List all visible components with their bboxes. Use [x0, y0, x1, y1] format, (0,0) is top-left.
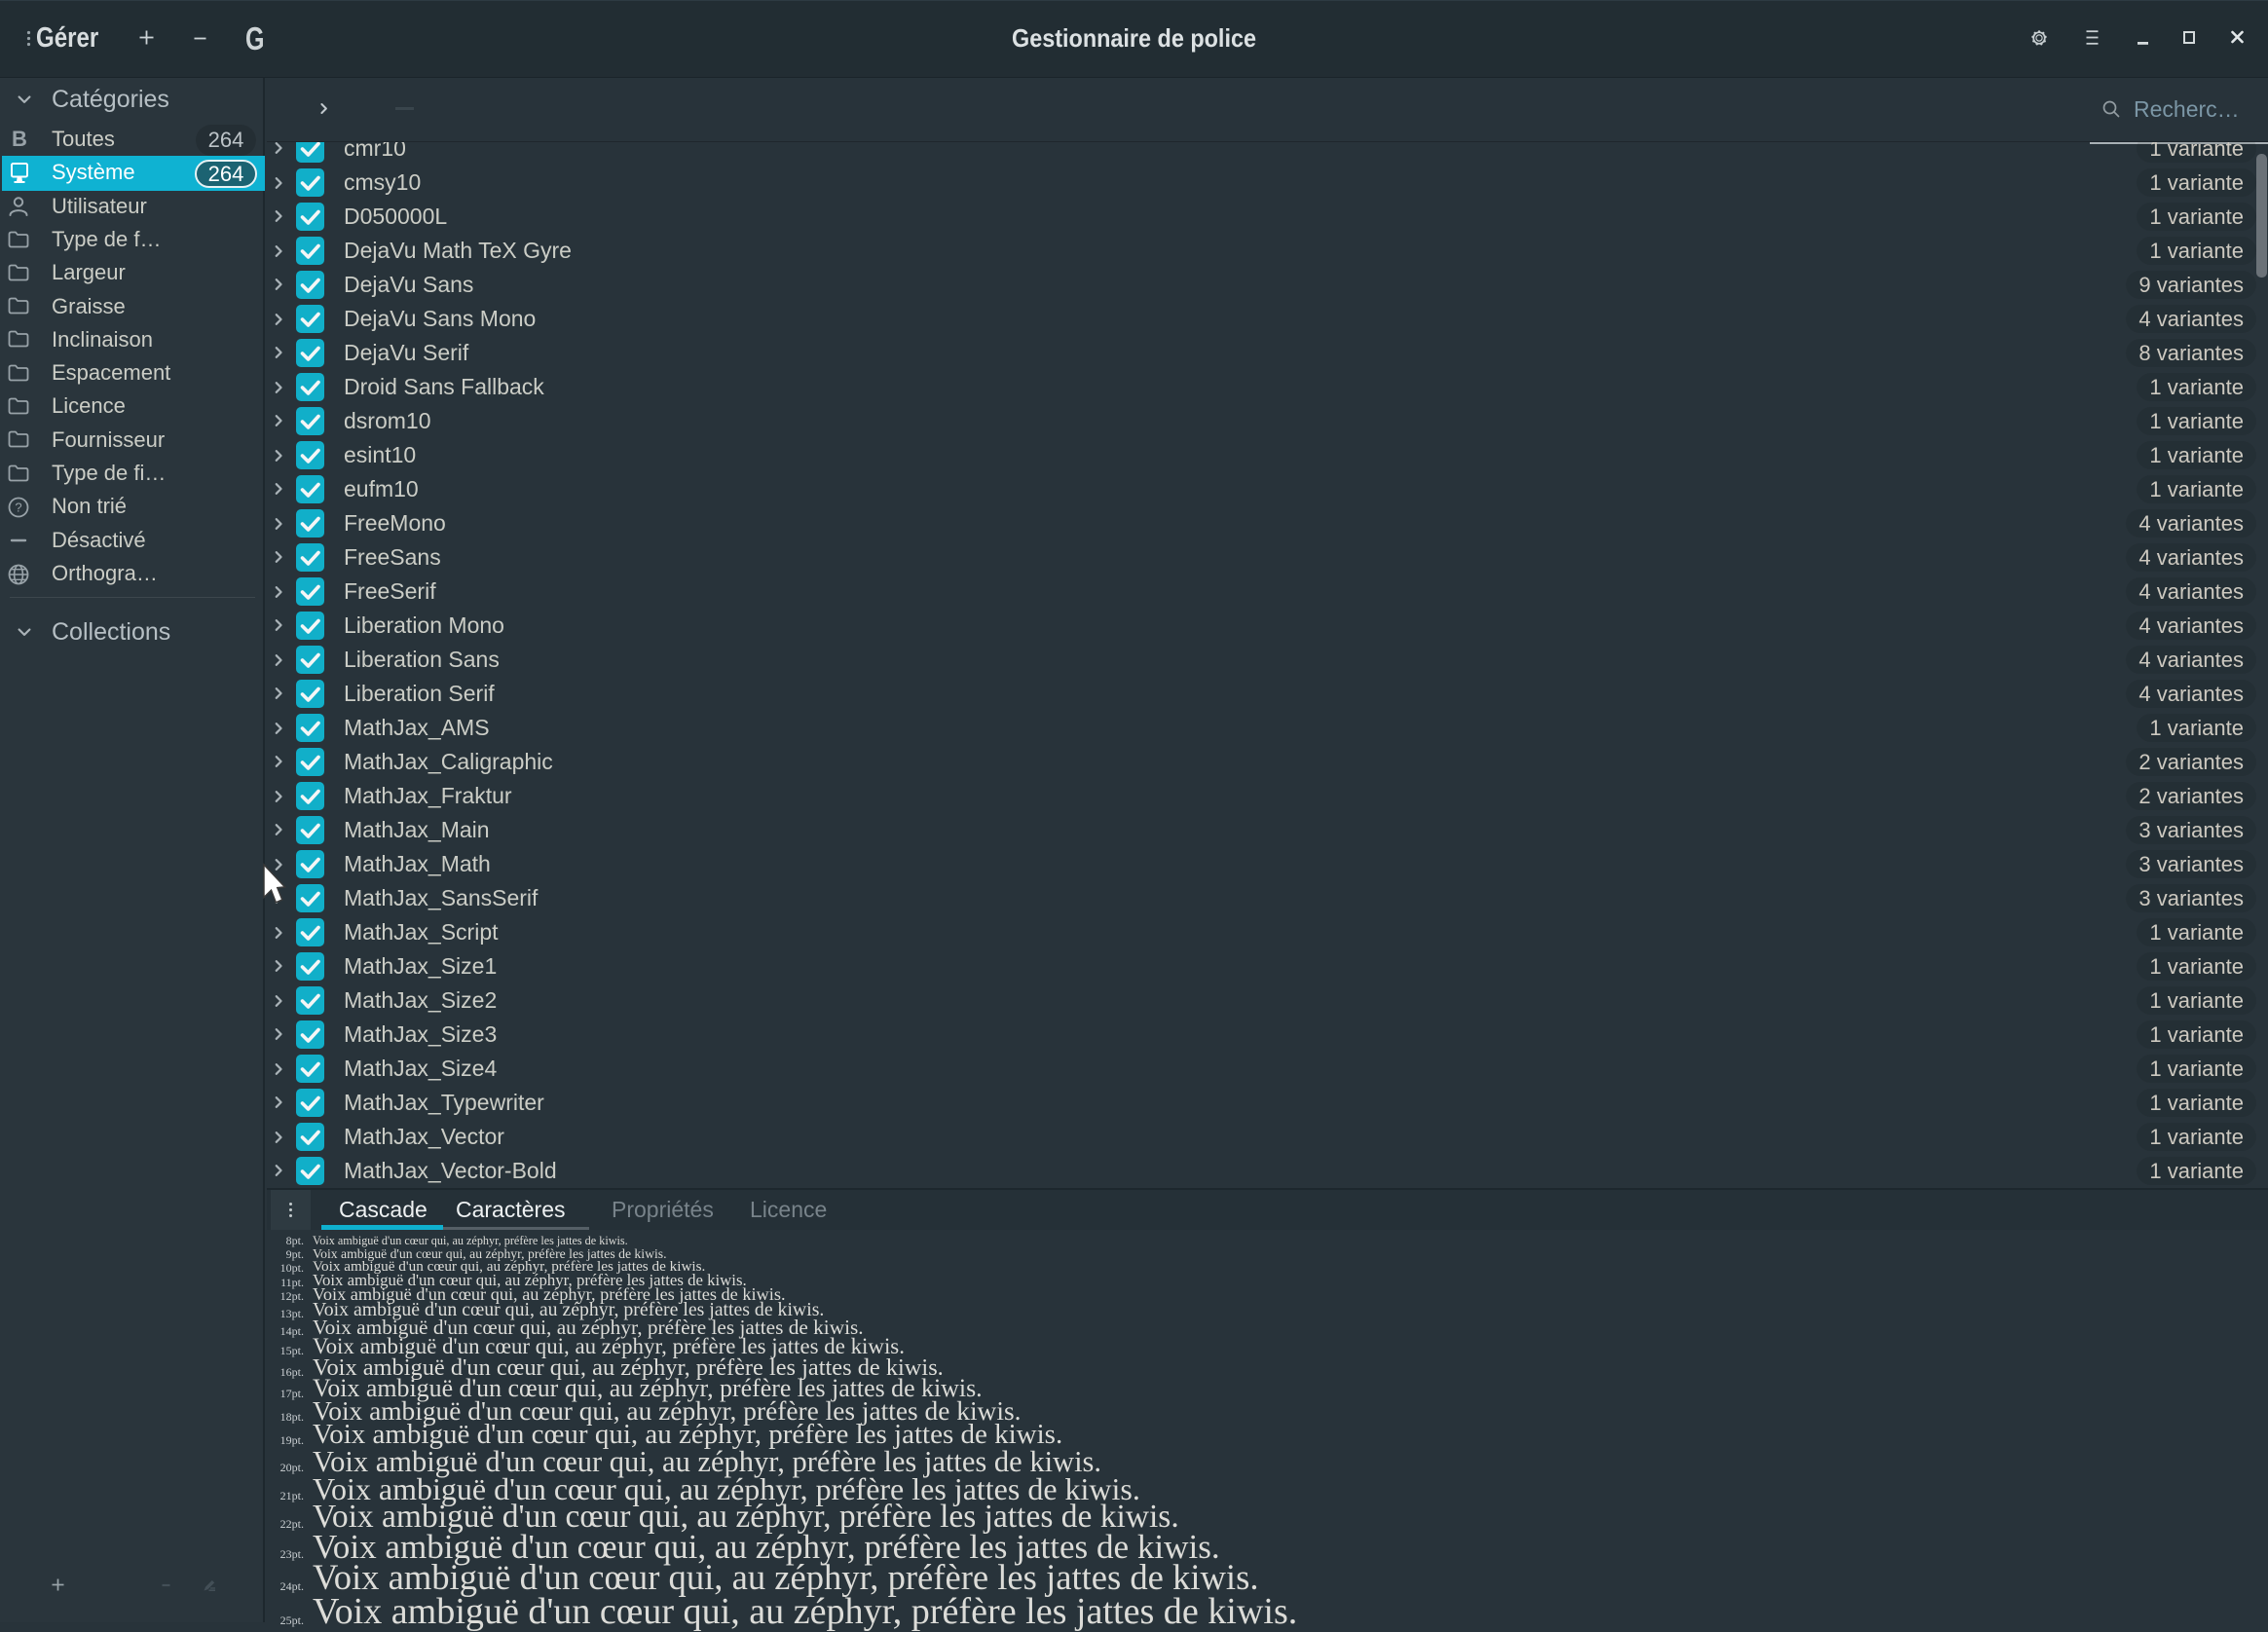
svg-text:?: ? [15, 501, 21, 515]
